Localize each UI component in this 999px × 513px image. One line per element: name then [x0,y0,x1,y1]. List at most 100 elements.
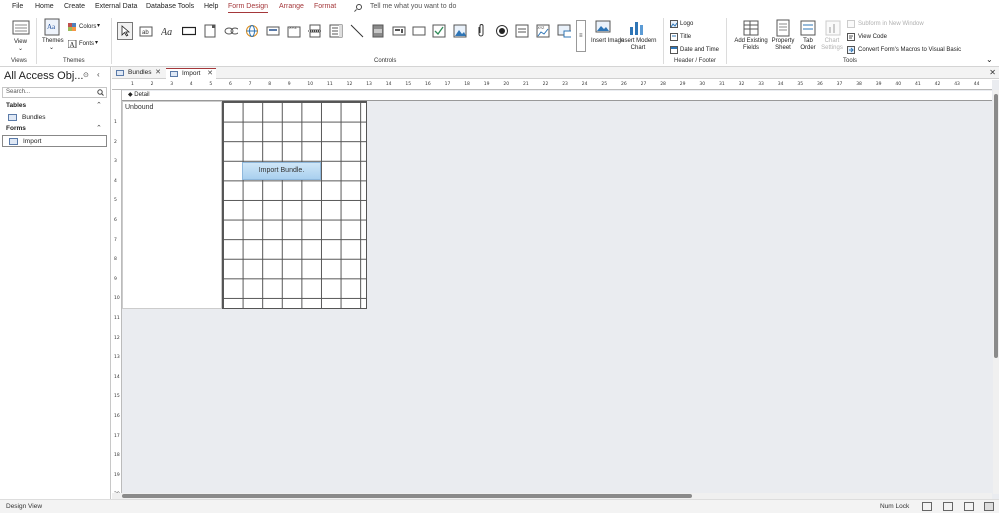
ruler-tick-label: 2 [114,139,117,145]
check-box-control[interactable] [431,22,447,40]
rectangle-control[interactable] [411,22,427,40]
ruler-tick-label: 39 [875,82,882,87]
line-control[interactable] [349,22,365,40]
link-control[interactable] [223,22,239,40]
page-break-control[interactable] [307,22,323,40]
menu-form-design[interactable]: Form Design [228,3,269,13]
menu-help[interactable]: Help [204,3,218,10]
textbox-control[interactable]: ab [138,22,154,40]
view-button[interactable]: View [14,39,27,46]
logo-button[interactable]: Logo [680,21,693,28]
nav-section-forms[interactable]: Forms [6,125,26,132]
menu-database-tools[interactable]: Database Tools [146,3,194,10]
option-button-control[interactable] [494,22,510,40]
property-sheet-icon[interactable] [775,19,791,37]
image-control[interactable] [452,22,468,40]
tools-group-label: Tools [843,58,858,64]
design-view-icon[interactable] [984,502,994,511]
ruler-tick-label: 37 [836,82,843,87]
nav-search-input[interactable]: Search... [2,87,107,98]
ruler-tick-label: 8 [114,257,117,263]
datasheet-view-icon[interactable] [964,502,974,511]
view-dropdown-icon[interactable]: ⌄ [18,46,23,53]
ruler-tick-label: 26 [621,82,627,87]
select-control[interactable] [117,22,133,40]
import-bundle-button[interactable]: Import Bundle. [242,162,321,180]
menu-arrange[interactable]: Arrange [279,3,304,10]
option-group-control[interactable]: XYZ [286,22,302,40]
ruler-tick-label: 29 [679,82,686,87]
scroll-thumb[interactable] [122,494,692,498]
search-icon [356,4,362,10]
tab-control[interactable] [202,22,218,40]
collapse-nav-icon[interactable]: ‹ [97,70,100,79]
ruler-tick-label: 1 [131,82,134,87]
navigation-control[interactable] [265,22,281,40]
insert-image-icon[interactable] [594,19,612,37]
ruler-tick-label: 34 [777,82,784,87]
scroll-thumb[interactable] [994,94,998,358]
add-fields-button[interactable]: Add Existing Fields [732,38,770,52]
ruler-tick-label: 40 [895,82,902,87]
list-box-control[interactable] [391,22,407,40]
attachment-control[interactable] [473,22,489,40]
label-control[interactable]: Aa [160,22,176,40]
convert-macros-button[interactable]: Convert Form's Macros to Visual Basic [858,47,961,54]
forms-collapse-icon[interactable]: ⌃ [96,124,102,132]
vertical-scrollbar[interactable] [993,90,999,494]
insert-chart-icon[interactable] [628,18,646,36]
detail-section-bar[interactable]: ◆ Detail [122,91,992,101]
tab-bundles[interactable]: Bundles ✕ [112,68,164,79]
menu-external-data[interactable]: External Data [95,3,137,10]
close-document-icon[interactable]: ✕ [989,68,996,77]
add-fields-icon[interactable] [742,19,760,37]
nav-item-import[interactable]: Import [2,135,107,147]
menu-create[interactable]: Create [64,3,85,10]
tab-order-icon[interactable] [800,19,816,37]
form-view-icon[interactable] [922,502,932,511]
menu-file[interactable]: File [12,3,23,10]
combo-box-control[interactable] [328,22,344,40]
ruler-tick-label: 3 [170,82,174,87]
title-button[interactable]: Title [680,34,691,41]
fonts-dropdown-icon[interactable]: ▾ [95,40,98,47]
themes-icon[interactable]: Aa [44,18,60,36]
toggle-button-control[interactable] [370,22,386,40]
ruler-tick-label: 7 [248,82,252,87]
colors-button[interactable]: Colors [79,24,96,31]
ruler-tick-label: 15 [114,394,120,400]
menu-format[interactable]: Format [314,3,336,10]
tab-import[interactable]: Import ✕ [166,68,216,79]
view-code-button[interactable]: View Code [858,34,887,41]
tab-order-button[interactable]: Tab Order [798,38,818,52]
table-icon [8,114,17,121]
ruler-tick-label: 16 [114,414,120,419]
nav-section-tables[interactable]: Tables [6,102,26,109]
themes-dropdown-icon[interactable]: ⌄ [49,45,54,52]
view-icon[interactable] [12,20,30,36]
close-tab-icon[interactable]: ✕ [155,68,161,78]
form-grid[interactable] [222,101,367,309]
unbound-object-control[interactable] [556,22,572,40]
themes-button[interactable]: Themes [42,38,64,45]
nav-menu-icon[interactable]: ⊙ [83,71,89,79]
tell-me-box[interactable]: Tell me what you want to do [370,3,456,10]
close-tab-icon[interactable]: ✕ [207,69,213,79]
subform-control[interactable] [514,22,530,40]
collapse-ribbon-icon[interactable]: ⌄ [986,56,993,64]
fonts-button[interactable]: Fonts [79,41,94,48]
date-time-button[interactable]: Date and Time [680,47,719,54]
layout-view-icon[interactable] [943,502,953,511]
property-sheet-button[interactable]: Property Sheet [768,38,798,52]
tables-collapse-icon[interactable]: ⌃ [96,101,102,109]
nav-pane-title[interactable]: All Access Obj... [4,70,83,82]
unbound-control[interactable]: Unbound [122,101,222,309]
button-control[interactable] [181,22,197,40]
nav-item-bundles[interactable]: Bundles [2,112,107,124]
insert-chart-button[interactable]: Insert Modern Chart [618,38,658,52]
controls-gallery-more[interactable]: ≡ [576,20,586,52]
chart-control[interactable]: XYZ [535,22,551,40]
colors-dropdown-icon[interactable]: ▾ [97,23,100,30]
menu-home[interactable]: Home [35,3,54,10]
web-browser-control[interactable] [244,22,260,40]
